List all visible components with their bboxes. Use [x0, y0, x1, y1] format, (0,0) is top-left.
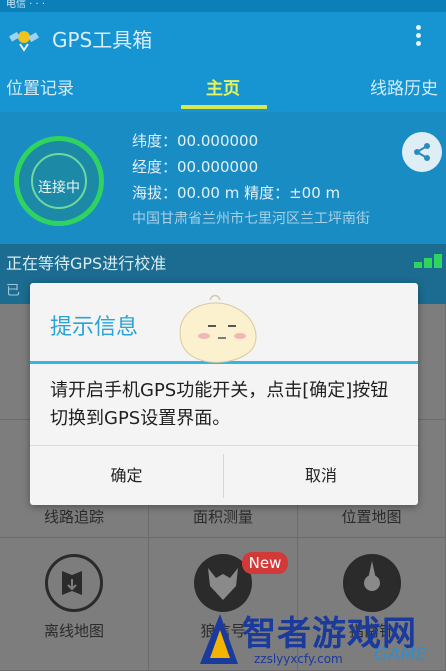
tab-home[interactable]: 主页 [206, 74, 240, 99]
location-map-label: 位置地图 [341, 508, 402, 526]
offline-map-label: 离线地图 [43, 622, 104, 640]
mascot-icon [179, 294, 257, 363]
app-bar: GPS工具箱 [0, 12, 446, 62]
gps-status-ring[interactable]: 连接中 [14, 136, 104, 226]
altitude-accuracy-text: 海拔：00.00 m 精度：±00 m [132, 184, 341, 202]
longitude-text: 经度：00.000000 [132, 158, 259, 176]
signal-bars-icon [414, 254, 442, 268]
offline-map-icon [45, 554, 103, 612]
area-measure-label: 面积测量 [192, 508, 253, 526]
gps-panel: 连接中 纬度：00.000000 经度：00.000000 海拔：00.00 m… [0, 112, 446, 244]
dialog-button-bar: 确定 取消 [30, 445, 418, 505]
watermark-logo-icon [200, 614, 238, 664]
overflow-menu-icon[interactable] [412, 25, 424, 51]
watermark: 智者游戏网 zzslyyxcfy.com GAME [196, 604, 446, 671]
satellite-app-icon [8, 22, 40, 52]
status-bar: 电信 · · · [0, 0, 446, 12]
offline-map-tile[interactable]: 离线地图 [0, 538, 149, 671]
tab-location-records[interactable]: 位置记录 [6, 74, 74, 99]
cancel-button[interactable]: 取消 [224, 446, 418, 506]
share-button[interactable] [402, 132, 442, 172]
app-title: GPS工具箱 [52, 28, 153, 52]
new-badge: New [242, 552, 288, 574]
gps-status-label: 连接中 [38, 180, 80, 196]
dialog-title: 提示信息 [50, 315, 139, 340]
watermark-game: GAME [374, 644, 428, 665]
waiting-calibration-text: 正在等待GPS进行校准 [6, 254, 167, 273]
dialog-message: 请开启手机GPS功能开关，点击[确定]按钮切换到GPS设置界面。 [50, 380, 389, 429]
tab-route-history[interactable]: 线路历史 [370, 74, 438, 99]
ok-button[interactable]: 确定 [30, 446, 223, 506]
active-tab-indicator [181, 105, 267, 109]
share-icon [414, 143, 430, 161]
address-text: 中国甘肃省兰州市七里河区兰工坪南街 [132, 211, 370, 227]
latitude-text: 纬度：00.000000 [132, 132, 259, 150]
watermark-url: zzslyyxcfy.com [254, 652, 343, 666]
route-tracking-label: 线路追踪 [43, 508, 104, 526]
satellite-info-left: 已 [6, 283, 20, 299]
